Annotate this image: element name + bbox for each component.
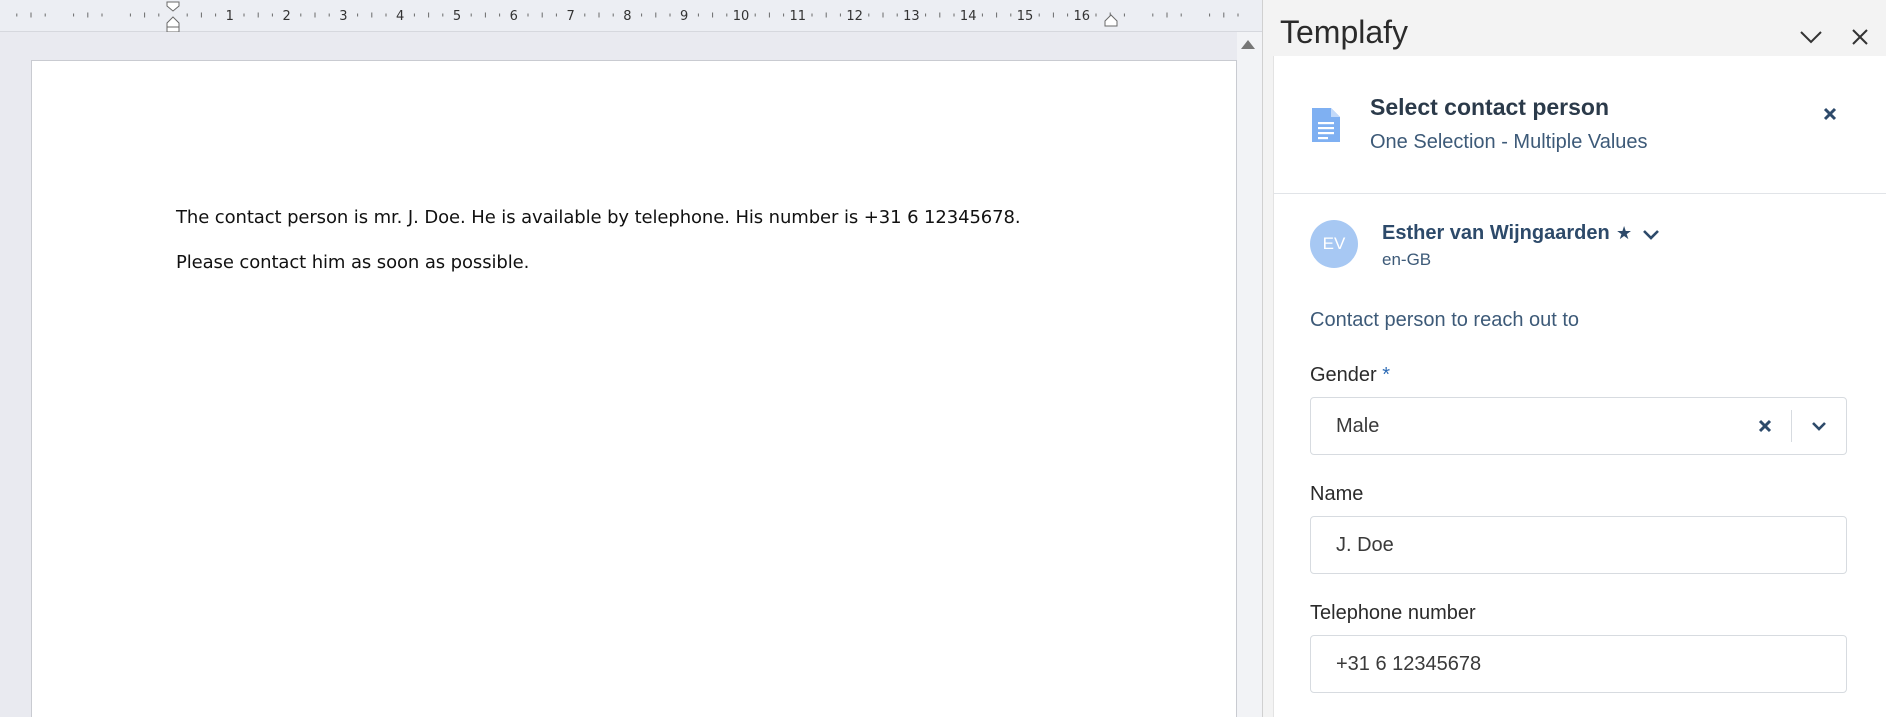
telephone-input[interactable]: +31 6 12345678 xyxy=(1310,635,1847,693)
document-line: The contact person is mr. J. Doe. He is … xyxy=(176,207,1021,228)
contact-selection-card: Select contact person One Selection - Mu… xyxy=(1273,56,1886,717)
chevron-down-icon xyxy=(1800,31,1822,44)
star-icon: ★ xyxy=(1616,223,1633,243)
ruler-number: 11 xyxy=(790,9,807,24)
divider xyxy=(1791,410,1792,442)
scroll-up-arrow-icon[interactable] xyxy=(1241,40,1255,49)
document-line: Please contact him as soon as possible. xyxy=(176,252,530,273)
card-title: Select contact person xyxy=(1370,94,1610,120)
card-description: Contact person to reach out to xyxy=(1310,309,1580,331)
ruler-scale: 1 2 3 4 5 6 7 8 9 10 11 12 13 14 15 16 xyxy=(16,1,1239,32)
name-label: Name xyxy=(1310,483,1364,505)
ruler-number: 6 xyxy=(510,9,518,24)
ruler-number: 2 xyxy=(282,9,290,24)
ruler-number: 16 xyxy=(1074,9,1091,24)
pane-close-button[interactable] xyxy=(1843,20,1877,54)
ruler-number: 13 xyxy=(903,9,920,24)
close-icon xyxy=(1852,29,1868,45)
vertical-scrollbar[interactable] xyxy=(1237,32,1262,717)
clear-selection-button[interactable] xyxy=(1749,410,1781,442)
ruler-number: 1 xyxy=(226,9,234,24)
gender-select[interactable]: Male xyxy=(1310,397,1847,455)
close-icon xyxy=(1823,107,1837,121)
user-name: Esther van Wijngaarden xyxy=(1382,222,1610,244)
templafy-task-pane: Templafy Select contact person One Selec… xyxy=(1262,0,1886,717)
ruler-number: 15 xyxy=(1017,9,1034,24)
app-window: 1 2 3 4 5 6 7 8 9 10 11 12 13 14 15 16 The contact pers… xyxy=(0,0,1886,717)
ruler-number: 9 xyxy=(680,9,688,24)
document-area: 1 2 3 4 5 6 7 8 9 10 11 12 13 14 15 16 The contact pers… xyxy=(0,0,1262,717)
telephone-value: +31 6 12345678 xyxy=(1336,653,1482,675)
gender-label: Gender * xyxy=(1310,364,1390,387)
ruler-number: 12 xyxy=(846,9,863,24)
left-indent-marker[interactable] xyxy=(166,26,180,32)
card-close-button[interactable] xyxy=(1814,98,1846,130)
user-dropdown-toggle[interactable] xyxy=(1640,226,1662,244)
pane-options-button[interactable] xyxy=(1793,22,1829,52)
user-locale: en-GB xyxy=(1382,250,1432,269)
close-icon xyxy=(1758,419,1772,433)
chevron-down-icon xyxy=(1643,230,1659,240)
user-profile-row[interactable]: EV Esther van Wijngaarden ★ en-GB xyxy=(1310,220,1710,280)
pane-title: Templafy xyxy=(1280,14,1409,50)
hanging-indent-marker[interactable] xyxy=(166,16,180,28)
ruler-number: 5 xyxy=(453,9,461,24)
ruler-number: 10 xyxy=(733,9,750,24)
first-line-indent-marker[interactable] xyxy=(166,1,180,12)
gender-dropdown-toggle[interactable] xyxy=(1803,410,1835,442)
horizontal-ruler[interactable]: 1 2 3 4 5 6 7 8 9 10 11 12 13 14 15 16 xyxy=(0,0,1262,32)
ruler-number: 8 xyxy=(623,9,631,24)
card-header: Select contact person One Selection - Mu… xyxy=(1274,56,1886,194)
name-input[interactable]: J. Doe xyxy=(1310,516,1847,574)
chevron-down-icon xyxy=(1812,422,1826,431)
required-marker: * xyxy=(1382,364,1391,386)
ruler-number: 7 xyxy=(566,9,574,24)
document-page[interactable]: The contact person is mr. J. Doe. He is … xyxy=(31,60,1237,717)
gender-value: Male xyxy=(1336,415,1380,437)
right-indent-marker[interactable] xyxy=(1104,14,1118,27)
ruler-number: 4 xyxy=(396,9,404,24)
ruler-number: 14 xyxy=(960,9,977,24)
avatar: EV xyxy=(1310,220,1358,268)
gender-label-text: Gender xyxy=(1310,364,1377,386)
document-icon xyxy=(1312,108,1340,142)
name-value: J. Doe xyxy=(1336,534,1394,556)
ruler-number: 3 xyxy=(339,9,347,24)
telephone-label: Telephone number xyxy=(1310,602,1476,624)
card-subtitle: One Selection - Multiple Values xyxy=(1370,131,1648,153)
